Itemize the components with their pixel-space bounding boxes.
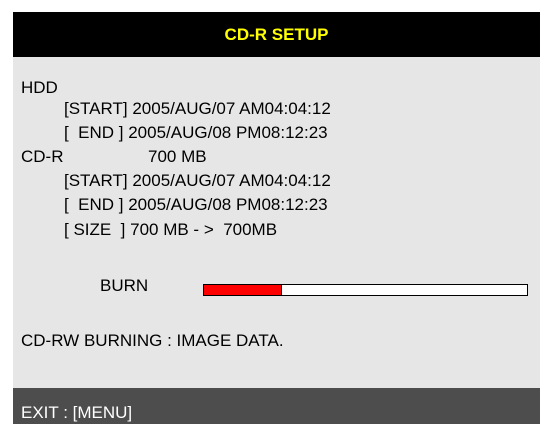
cdr-start-time: [START] 2005/AUG/07 AM04:04:12 bbox=[64, 171, 331, 190]
cdr-label: CD-R bbox=[21, 147, 64, 166]
footer-bar: EXIT : [MENU] bbox=[13, 388, 540, 424]
hdd-label: HDD bbox=[21, 78, 58, 97]
dialog-title: CD-R SETUP bbox=[224, 25, 329, 44]
hdd-start-time: [START] 2005/AUG/07 AM04:04:12 bbox=[64, 99, 331, 118]
burn-label: BURN bbox=[100, 276, 149, 295]
status-message: CD-RW BURNING : IMAGE DATA. bbox=[21, 331, 284, 350]
exit-hint[interactable]: EXIT : [MENU] bbox=[21, 402, 132, 424]
cdr-size: [ SIZE ] 700 MB - > 700MB bbox=[64, 220, 278, 239]
title-bar: CD-R SETUP bbox=[13, 12, 540, 57]
cdr-end-time: [ END ] 2005/AUG/08 PM08:12:23 bbox=[64, 195, 328, 214]
cdr-capacity: 700 MB bbox=[148, 147, 207, 166]
burn-progress-fill bbox=[204, 285, 282, 295]
hdd-end-time: [ END ] 2005/AUG/08 PM08:12:23 bbox=[64, 123, 328, 142]
burn-progress-bar bbox=[203, 284, 528, 296]
cdr-setup-dialog: CD-R SETUP HDD [START] 2005/AUG/07 AM04:… bbox=[13, 12, 540, 424]
